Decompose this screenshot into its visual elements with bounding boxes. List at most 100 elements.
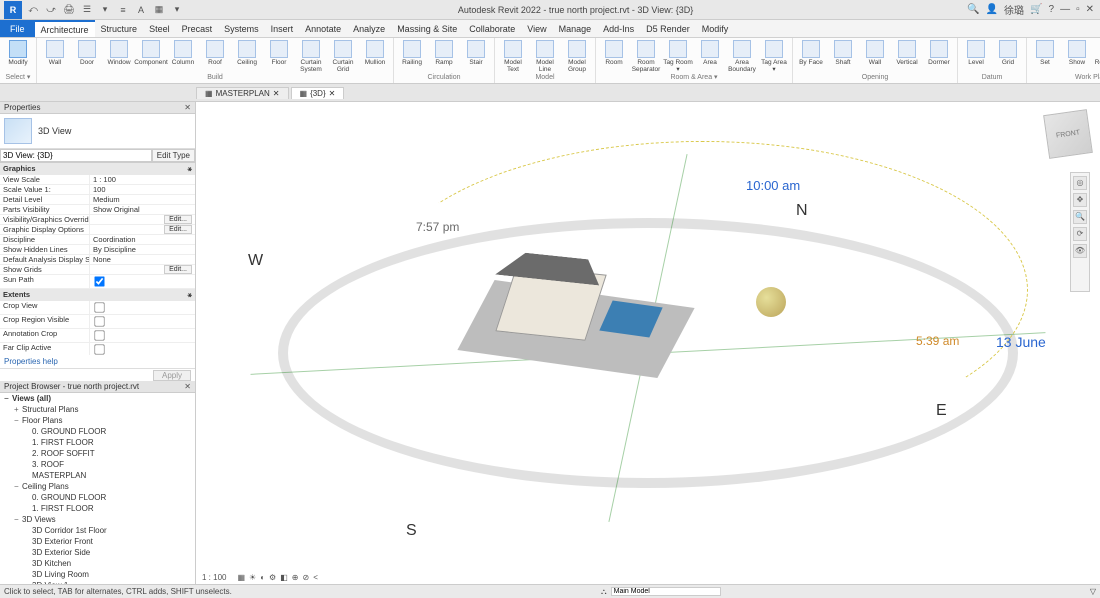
tab-manage[interactable]: Manage — [553, 20, 598, 37]
qat-item-7[interactable]: ▦ — [152, 3, 166, 17]
tree-node[interactable]: 1. FIRST FLOOR — [0, 503, 195, 514]
ribbon-shaft[interactable]: Shaft — [828, 39, 858, 66]
tree-node[interactable]: 3. ROOF — [0, 459, 195, 470]
ribbon-ceiling[interactable]: Ceiling — [232, 39, 262, 66]
prop-row[interactable]: View Scale1 : 100 — [0, 175, 195, 185]
tab-analyze[interactable]: Analyze — [347, 20, 391, 37]
worksets-icon[interactable]: ⛬ — [601, 587, 607, 597]
user-icon[interactable]: 👤 — [986, 4, 998, 15]
tree-node[interactable]: 3D Exterior Side — [0, 547, 195, 558]
view-cube[interactable]: FRONT — [1043, 109, 1093, 159]
ribbon-window[interactable]: Window — [104, 39, 134, 66]
doc-tab[interactable]: ▦{3D}✕ — [291, 87, 345, 99]
ribbon-component[interactable]: Component — [136, 39, 166, 66]
edit-type-button[interactable]: Edit Type — [152, 149, 195, 162]
doc-tab[interactable]: ▦MASTERPLAN✕ — [196, 87, 289, 99]
ribbon-vertical[interactable]: Vertical — [892, 39, 922, 66]
ribbon-level[interactable]: Level — [961, 39, 991, 66]
qat-item-3[interactable]: ☰ — [80, 3, 94, 17]
prop-row[interactable]: Show GridsEdit... — [0, 265, 195, 275]
view-control-icon-4[interactable]: ◧ — [278, 573, 290, 582]
date-label[interactable]: 13 June — [996, 334, 1046, 350]
ribbon-grid[interactable]: Grid — [993, 39, 1023, 66]
tab-annotate[interactable]: Annotate — [299, 20, 347, 37]
tree-twisty-icon[interactable]: + — [14, 404, 22, 415]
view-control-icon-7[interactable]: < — [311, 573, 320, 582]
tab-collaborate[interactable]: Collaborate — [463, 20, 521, 37]
tree-node[interactable]: 0. GROUND FLOOR — [0, 492, 195, 503]
ribbon-area-boundary[interactable]: Area Boundary — [727, 39, 757, 73]
prop-row[interactable]: Parts VisibilityShow Original — [0, 205, 195, 215]
look-icon[interactable]: 👁 — [1073, 244, 1087, 258]
app-logo[interactable]: R — [4, 1, 22, 19]
prop-row[interactable]: Annotation Crop — [0, 329, 195, 343]
tree-node[interactable]: 2. ROOF SOFFIT — [0, 448, 195, 459]
tree-twisty-icon[interactable]: − — [14, 415, 22, 426]
ribbon-by-face[interactable]: By Face — [796, 39, 826, 66]
prop-row[interactable]: Sun Path — [0, 275, 195, 289]
ribbon-wall[interactable]: Wall — [40, 39, 70, 66]
ribbon-area[interactable]: Area — [695, 39, 725, 66]
ribbon-mullion[interactable]: Mullion — [360, 39, 390, 66]
ribbon-railing[interactable]: Railing — [397, 39, 427, 66]
tree-node[interactable]: −Views (all) — [0, 393, 195, 404]
prop-row[interactable]: Default Analysis Display StyleNone — [0, 255, 195, 265]
tree-twisty-icon[interactable]: − — [4, 393, 12, 404]
tree-node[interactable]: 0. GROUND FLOOR — [0, 426, 195, 437]
tab-structure[interactable]: Structure — [95, 20, 144, 37]
prop-row[interactable]: DisciplineCoordination — [0, 235, 195, 245]
ribbon-roof[interactable]: Roof — [200, 39, 230, 66]
model-selector[interactable] — [611, 587, 721, 596]
qat-item-0[interactable]: ⤺ — [26, 3, 40, 17]
sun-icon[interactable] — [756, 287, 786, 317]
apply-button[interactable]: Apply — [153, 370, 191, 381]
ribbon-column[interactable]: Column — [168, 39, 198, 66]
zoom-icon[interactable]: 🔍 — [1073, 210, 1087, 224]
ribbon-room-separator[interactable]: Room Separator — [631, 39, 661, 73]
help-icon[interactable]: ? — [1049, 4, 1055, 15]
prop-row[interactable]: Scale Value 1:100 — [0, 185, 195, 195]
user-name[interactable]: 徐璐 — [1004, 2, 1024, 17]
tree-node[interactable]: −Floor Plans — [0, 415, 195, 426]
ribbon-door[interactable]: Door — [72, 39, 102, 66]
tab-d5-render[interactable]: D5 Render — [640, 20, 696, 37]
tab-insert[interactable]: Insert — [265, 20, 300, 37]
tab-modify[interactable]: Modify — [696, 20, 735, 37]
edit-button[interactable]: Edit... — [164, 215, 192, 224]
ribbon-model-line[interactable]: Model Line — [530, 39, 560, 73]
prop-row[interactable]: Detail LevelMedium — [0, 195, 195, 205]
prop-category[interactable]: Extents⚹ — [0, 289, 195, 301]
prop-row[interactable]: Visibility/Graphics OverridesEdit... — [0, 215, 195, 225]
pan-icon[interactable]: ✥ — [1073, 193, 1087, 207]
building-model[interactable] — [476, 244, 676, 384]
tab-architecture[interactable]: Architecture — [35, 20, 95, 37]
ribbon-ramp[interactable]: Ramp — [429, 39, 459, 66]
ribbon-model-text[interactable]: Model Text — [498, 39, 528, 73]
tab-add-ins[interactable]: Add-Ins — [597, 20, 640, 37]
checkbox[interactable] — [94, 316, 104, 326]
view-scale[interactable]: 1 : 100 — [200, 573, 228, 582]
orbit-icon[interactable]: ⟳ — [1073, 227, 1087, 241]
ribbon-dormer[interactable]: Dormer — [924, 39, 954, 66]
selection-filter-icon[interactable]: ▽ — [1090, 587, 1096, 596]
tree-node[interactable]: 1. FIRST FLOOR — [0, 437, 195, 448]
qat-item-2[interactable]: 🖨 — [62, 3, 76, 17]
ribbon-modify[interactable]: Modify — [3, 39, 33, 66]
ribbon-show[interactable]: Show — [1062, 39, 1092, 66]
qat-item-1[interactable]: ⤻ — [44, 3, 58, 17]
tree-node[interactable]: 3D Living Room — [0, 569, 195, 580]
tree-node[interactable]: 3D Kitchen — [0, 558, 195, 569]
tab-massing-site[interactable]: Massing & Site — [391, 20, 463, 37]
ribbon-curtain-grid[interactable]: Curtain Grid — [328, 39, 358, 73]
qat-item-8[interactable]: ▾ — [170, 3, 184, 17]
ribbon-floor[interactable]: Floor — [264, 39, 294, 66]
tree-node[interactable]: 3D Exterior Front — [0, 536, 195, 547]
prop-category[interactable]: Graphics⚹ — [0, 163, 195, 175]
tab-precast[interactable]: Precast — [176, 20, 219, 37]
view-control-icon-5[interactable]: ⊕ — [290, 573, 301, 582]
prop-row[interactable]: Graphic Display OptionsEdit... — [0, 225, 195, 235]
prop-row[interactable]: Crop Region Visible — [0, 315, 195, 329]
view-control-icon-3[interactable]: ⚙ — [267, 573, 278, 582]
qat-item-4[interactable]: ▾ — [98, 3, 112, 17]
checkbox[interactable] — [94, 302, 104, 312]
